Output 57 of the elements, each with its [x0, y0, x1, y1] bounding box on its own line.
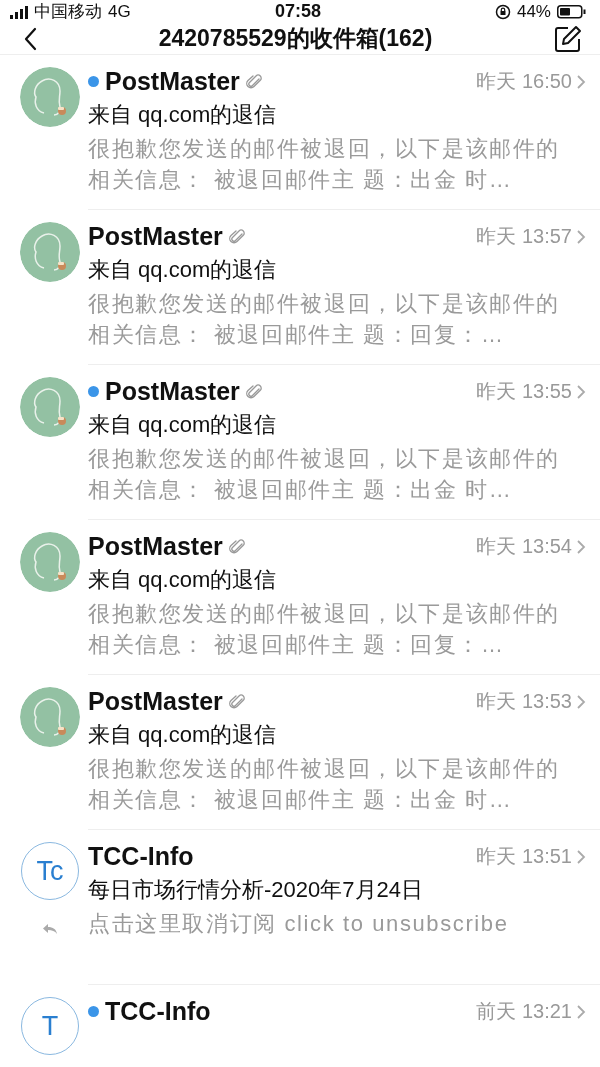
clock-time: 07:58 [274, 1, 321, 22]
message-preview: 很抱歉您发送的邮件被退回，以下是该邮件的相关信息： 被退回邮件主 题：出金 时… [88, 135, 561, 194]
message-row[interactable]: PostMaster 昨天 13:55 来自 qq.com的退信 很抱歉您发送的邮件被退回，以下是该邮件的相关信息： 被退回邮件主 题：出金 时… [0, 365, 600, 520]
message-preview: 点击这里取消订阅 click to unsubscribe [88, 910, 510, 938]
message-preview: 很抱歉您发送的邮件被退回，以下是该邮件的相关信息： 被退回邮件主 题：回复：… [88, 600, 561, 659]
avatar-figure-icon [20, 67, 80, 127]
message-time: 昨天 13:55 [476, 379, 572, 404]
message-row[interactable]: PostMaster 昨天 13:54 来自 qq.com的退信 很抱歉您发送的邮件被退回，以下是该邮件的相关信息： 被退回邮件主 题：回复：… [0, 520, 600, 675]
message-preview: 很抱歉您发送的邮件被退回，以下是该邮件的相关信息： 被退回邮件主 题：出金 时… [88, 445, 561, 504]
sender-name: PostMaster [105, 67, 240, 96]
compose-icon [554, 24, 582, 53]
message-subject: 来自 qq.com的退信 [88, 256, 278, 284]
sender-name: PostMaster [105, 377, 240, 406]
inbox-title: 2420785529的收件箱(162) [158, 24, 433, 53]
sender-name: PostMaster [88, 222, 223, 251]
message-time: 昨天 13:51 [476, 844, 572, 869]
message-subject: 来自 qq.com的退信 [88, 566, 278, 594]
avatar-figure-icon [20, 532, 80, 592]
rotation-lock-icon [494, 3, 511, 20]
chevron-icon [576, 73, 586, 90]
sender-name: PostMaster [88, 687, 223, 716]
message-time: 前天 13:21 [476, 999, 572, 1024]
chevron-icon [576, 383, 586, 400]
message-time: 昨天 13:57 [476, 224, 572, 249]
message-row[interactable]: PostMaster 昨天 13:53 来自 qq.com的退信 很抱歉您发送的邮件被退回，以下是该邮件的相关信息： 被退回邮件主 题：出金 时… [0, 675, 600, 830]
message-time: 昨天 16:50 [476, 69, 572, 94]
network-type: 4G [108, 1, 131, 22]
avatar-figure-icon [20, 222, 80, 282]
sender-name: PostMaster [88, 532, 223, 561]
message-time: 昨天 13:54 [476, 534, 572, 559]
chevron-icon [576, 538, 586, 555]
message-subject: 来自 qq.com的退信 [88, 101, 278, 129]
compose-button[interactable] [554, 24, 582, 53]
avatar-figure-icon [20, 687, 80, 747]
sender-name: TCC-Info [105, 997, 211, 1026]
back-button[interactable] [24, 26, 37, 51]
message-row[interactable]: Tc TCC-Info 昨天 13:51 每日市场行情分析-2020年7月24日 点击这里取消订阅 click to unsubscribe [0, 830, 600, 985]
chevron-icon [576, 848, 586, 865]
signal-icon [10, 4, 28, 19]
back-icon [24, 26, 37, 51]
message-row[interactable]: T TCC-Info 前天 13:21 [0, 985, 600, 1067]
message-subject: 来自 qq.com的退信 [88, 721, 278, 749]
avatar-figure-icon [20, 377, 80, 437]
chevron-icon [576, 228, 586, 245]
sender-name: TCC-Info [88, 842, 194, 871]
carrier-name: 中国移动 [34, 1, 102, 23]
message-preview: 很抱歉您发送的邮件被退回，以下是该邮件的相关信息： 被退回邮件主 题：出金 时… [88, 755, 561, 814]
battery-icon [557, 4, 586, 19]
message-row[interactable]: PostMaster 昨天 16:50 来自 qq.com的退信 很抱歉您发送的邮件被退回，以下是该邮件的相关信息： 被退回邮件主 题：出金 时… [0, 55, 600, 210]
chevron-icon [576, 693, 586, 710]
chevron-icon [576, 1003, 586, 1020]
message-row[interactable]: PostMaster 昨天 13:57 来自 qq.com的退信 很抱歉您发送的邮件被退回，以下是该邮件的相关信息： 被退回邮件主 题：回复：… [0, 210, 600, 365]
message-subject: 每日市场行情分析-2020年7月24日 [88, 876, 424, 904]
message-preview: 很抱歉您发送的邮件被退回，以下是该邮件的相关信息： 被退回邮件主 题：回复：… [88, 290, 561, 349]
message-time: 昨天 13:53 [476, 689, 572, 714]
message-subject: 来自 qq.com的退信 [88, 411, 278, 439]
battery-percent: 44% [516, 1, 551, 22]
